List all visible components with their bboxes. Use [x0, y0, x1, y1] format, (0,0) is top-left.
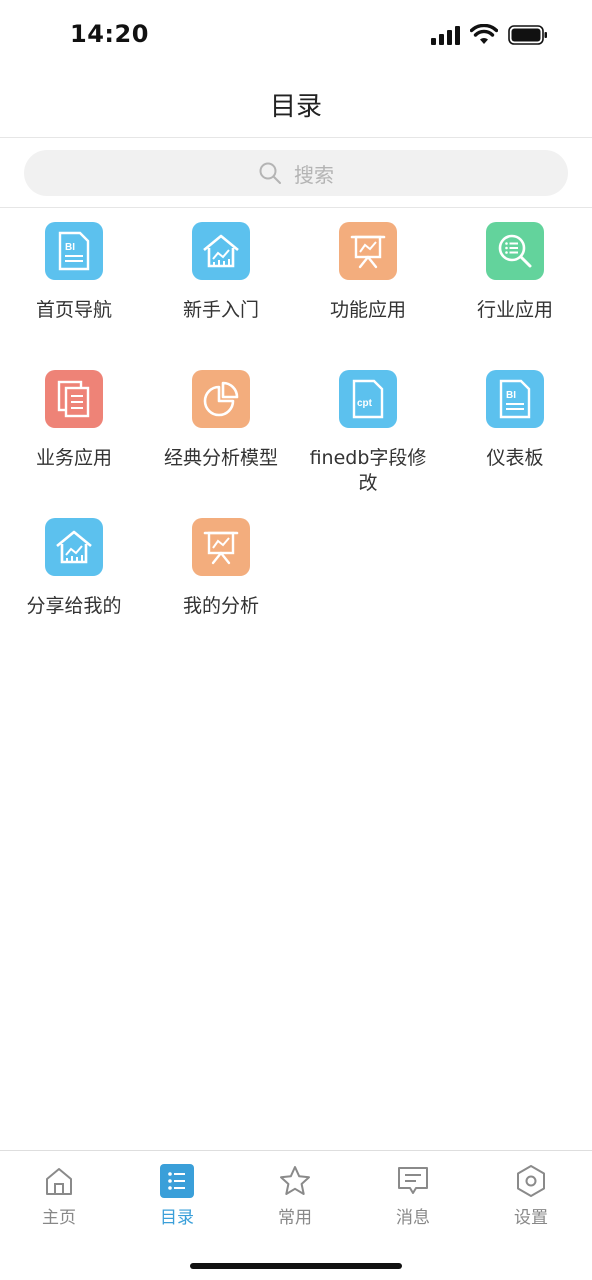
wifi-icon [470, 24, 498, 44]
search-bar: 搜索 [0, 138, 592, 208]
tab-catalog[interactable]: 目录 [118, 1163, 236, 1228]
catalog-item[interactable]: 经典分析模型 [147, 370, 295, 518]
catalog-item-label: 经典分析模型 [163, 447, 278, 469]
tab-settings[interactable]: 设置 [472, 1163, 590, 1228]
catalog-item-label: 功能应用 [329, 299, 406, 321]
battery-icon [508, 25, 547, 45]
nav-bar: 目录 [0, 70, 592, 138]
catalog-item-label: 业务应用 [35, 447, 112, 469]
bottom-tab-bar: 主页 目录 常用 消息 设置 [0, 1150, 592, 1280]
dashboard-home-icon [192, 222, 250, 280]
search-placeholder: 搜索 [294, 162, 334, 187]
svg-text:BI: BI [506, 390, 516, 401]
search-input[interactable]: 搜索 [24, 150, 568, 196]
tab-favorites[interactable]: 常用 [236, 1163, 354, 1228]
settings-icon [513, 1163, 549, 1199]
catalog-item-label: 我的分析 [182, 595, 259, 617]
tab-label: 设置 [514, 1208, 548, 1228]
bi-report-icon: BI [486, 370, 544, 428]
status-time: 14:20 [70, 20, 149, 48]
list-icon [159, 1163, 195, 1199]
pie-chart-icon [192, 370, 250, 428]
status-icons [431, 24, 548, 46]
cellular-signal-icon [431, 25, 460, 45]
catalog-item[interactable]: 新手入门 [147, 222, 295, 370]
catalog-item-label: 仪表板 [486, 447, 544, 469]
catalog-item-label: 行业应用 [476, 299, 553, 321]
presentation-icon [192, 518, 250, 576]
catalog-item-label: 分享给我的 [26, 595, 122, 617]
cpt-file-icon: cpt [339, 370, 397, 428]
catalog-item[interactable]: 行业应用 [441, 222, 589, 370]
status-bar: 14:20 [0, 0, 592, 70]
search-list-icon [486, 222, 544, 280]
catalog-item[interactable]: BI 首页导航 [0, 222, 148, 370]
catalog-item[interactable]: 功能应用 [294, 222, 442, 370]
page-title: 目录 [269, 92, 322, 122]
svg-text:BI: BI [65, 242, 75, 253]
catalog-item[interactable]: BI 仪表板 [441, 370, 589, 518]
svg-text:cpt: cpt [357, 398, 373, 409]
catalog-item-label: finedb字段修改 [309, 447, 427, 494]
catalog-item[interactable]: 业务应用 [0, 370, 148, 518]
tab-label: 常用 [278, 1208, 312, 1228]
tab-home[interactable]: 主页 [0, 1163, 118, 1228]
catalog-item-label: 新手入门 [182, 299, 259, 321]
tab-label: 目录 [160, 1208, 194, 1228]
catalog-item[interactable]: 分享给我的 [0, 518, 148, 666]
home-indicator [190, 1263, 402, 1269]
presentation-icon [339, 222, 397, 280]
tab-messages[interactable]: 消息 [354, 1163, 472, 1228]
search-icon [259, 162, 281, 184]
message-icon [395, 1163, 431, 1199]
star-icon [277, 1163, 313, 1199]
catalog-item[interactable]: 我的分析 [147, 518, 295, 666]
tab-label: 消息 [396, 1208, 430, 1228]
bi-report-icon: BI [45, 222, 103, 280]
catalog-item[interactable]: cpt finedb字段修改 [294, 370, 442, 518]
home-icon [41, 1163, 77, 1199]
dashboard-home-icon [45, 518, 103, 576]
catalog-item-label: 首页导航 [35, 299, 112, 321]
documents-icon [45, 370, 103, 428]
tab-label: 主页 [42, 1208, 76, 1228]
